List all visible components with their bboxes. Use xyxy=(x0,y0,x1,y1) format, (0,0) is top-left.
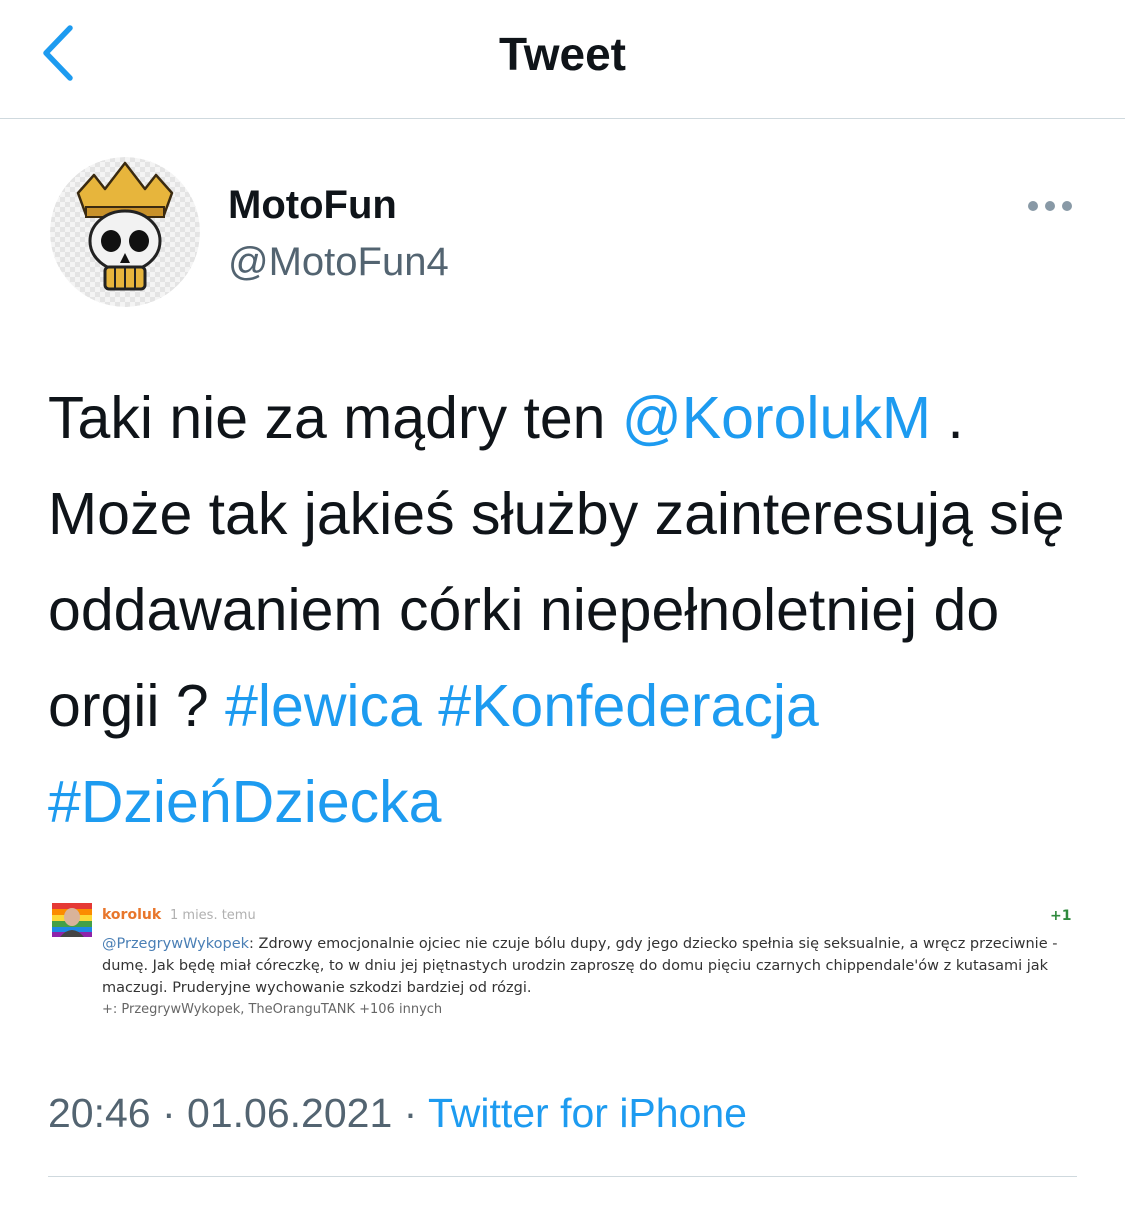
hashtag-link[interactable]: #lewica xyxy=(225,673,422,739)
tweet-time: 20:46 xyxy=(48,1090,151,1136)
hashtag-link[interactable]: #Konfederacja xyxy=(438,673,819,739)
commenter-avatar xyxy=(52,903,92,937)
page-title: Tweet xyxy=(499,28,626,80)
author-handle[interactable]: @MotoFun4 xyxy=(228,240,449,285)
commenter-username: koroluk xyxy=(102,907,162,923)
comment-body: @PrzegrywWykopek: Zdrowy emocjonalnie oj… xyxy=(102,933,1078,999)
more-horizontal-icon[interactable] xyxy=(1026,196,1074,216)
tweet-date: 01.06.2021 xyxy=(187,1090,393,1136)
hashtag-link[interactable]: #DzieńDziecka xyxy=(48,769,442,835)
meta-separator: · xyxy=(392,1090,428,1136)
tweet-text: Taki nie za mądry ten @KorolukM . Może t… xyxy=(48,370,1098,850)
author-avatar[interactable] xyxy=(50,157,200,307)
crowned-skull-avatar xyxy=(50,157,200,307)
author-name[interactable]: MotoFun xyxy=(228,183,397,228)
meta-separator: · xyxy=(150,1090,188,1136)
tweet-text-part: Taki nie za mądry ten xyxy=(48,385,622,451)
mention-link[interactable]: @KorolukM xyxy=(622,385,931,451)
comment-time: 1 mies. temu xyxy=(170,908,256,923)
divider xyxy=(48,1176,1077,1177)
comment-score: +1 xyxy=(1050,908,1072,924)
top-bar: Tweet xyxy=(0,0,1125,119)
tweet-media-image[interactable]: koroluk 1 mies. temu +1 @PrzegrywWykopek… xyxy=(48,895,1078,1017)
tweet-source-link[interactable]: Twitter for iPhone xyxy=(428,1090,747,1136)
comment-mention: @PrzegrywWykopek xyxy=(102,936,250,952)
tweet-meta: 20:46 · 01.06.2021 · Twitter for iPhone xyxy=(48,1090,747,1137)
comment-voters: +: PrzegrywWykopek, TheOranguTANK +106 i… xyxy=(102,1002,443,1017)
